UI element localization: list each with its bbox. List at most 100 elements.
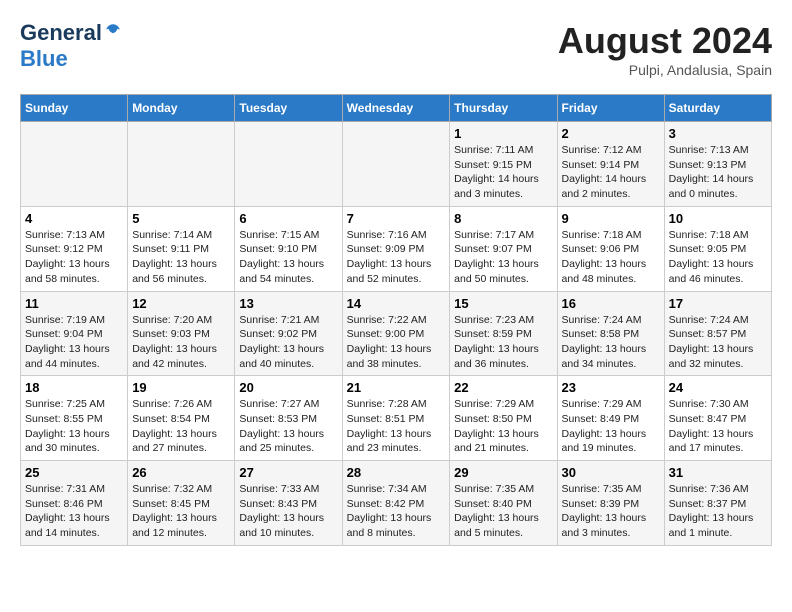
calendar-cell: 4Sunrise: 7:13 AMSunset: 9:12 PMDaylight… xyxy=(21,206,128,291)
weekday-header-thursday: Thursday xyxy=(450,95,557,122)
day-info: Sunrise: 7:36 AMSunset: 8:37 PMDaylight:… xyxy=(669,482,767,541)
calendar-cell: 17 Sunrise: 7:24 AMSunset: 8:57 PMDayligh… xyxy=(664,291,771,376)
calendar-body: 1 Sunrise: 7:11 AMSunset: 9:15 PMDaylight… xyxy=(21,122,772,546)
day-number: 15 xyxy=(454,296,552,311)
calendar-cell: 14 Sunrise: 7:22 AMSunset: 9:00 PMDayligh… xyxy=(342,291,450,376)
day-info: Sunrise: 7:22 AMSunset: 9:00 PMDaylight:… xyxy=(347,313,446,372)
calendar-cell xyxy=(21,122,128,207)
day-number: 29 xyxy=(454,465,552,480)
calendar-cell: 27Sunrise: 7:33 AMSunset: 8:43 PMDayligh… xyxy=(235,461,342,546)
day-info: Sunrise: 7:32 AMSunset: 8:45 PMDaylight:… xyxy=(132,482,230,541)
calendar-header-row: SundayMondayTuesdayWednesdayThursdayFrid… xyxy=(21,95,772,122)
calendar-cell: 7 Sunrise: 7:16 AMSunset: 9:09 PMDaylight… xyxy=(342,206,450,291)
day-number: 3 xyxy=(669,126,767,141)
calendar-cell: 20 Sunrise: 7:27 AMSunset: 8:53 PMDayligh… xyxy=(235,376,342,461)
day-info: Sunrise: 7:18 AMSunset: 9:05 PMDaylight:… xyxy=(669,228,767,287)
calendar-cell: 10 Sunrise: 7:18 AMSunset: 9:05 PMDayligh… xyxy=(664,206,771,291)
weekday-header-wednesday: Wednesday xyxy=(342,95,450,122)
calendar-cell: 29 Sunrise: 7:35 AMSunset: 8:40 PMDayligh… xyxy=(450,461,557,546)
calendar-table: SundayMondayTuesdayWednesdayThursdayFrid… xyxy=(20,94,772,546)
day-number: 11 xyxy=(25,296,123,311)
calendar-week-2: 4Sunrise: 7:13 AMSunset: 9:12 PMDaylight… xyxy=(21,206,772,291)
month-title: August 2024 xyxy=(558,20,772,62)
day-info: Sunrise: 7:17 AMSunset: 9:07 PMDaylight:… xyxy=(454,228,552,287)
day-info: Sunrise: 7:26 AMSunset: 8:54 PMDaylight:… xyxy=(132,397,230,456)
day-number: 31 xyxy=(669,465,767,480)
calendar-week-1: 1 Sunrise: 7:11 AMSunset: 9:15 PMDaylight… xyxy=(21,122,772,207)
day-info: Sunrise: 7:24 AMSunset: 8:58 PMDaylight:… xyxy=(562,313,660,372)
calendar-cell: 8 Sunrise: 7:17 AMSunset: 9:07 PMDaylight… xyxy=(450,206,557,291)
calendar-cell: 12 Sunrise: 7:20 AMSunset: 9:03 PMDayligh… xyxy=(128,291,235,376)
day-number: 18 xyxy=(25,380,123,395)
calendar-cell: 21Sunrise: 7:28 AMSunset: 8:51 PMDayligh… xyxy=(342,376,450,461)
day-info: Sunrise: 7:35 AMSunset: 8:39 PMDaylight:… xyxy=(562,482,660,541)
logo-general-text: General xyxy=(20,20,102,46)
day-number: 17 xyxy=(669,296,767,311)
day-number: 23 xyxy=(562,380,660,395)
calendar-week-3: 11 Sunrise: 7:19 AMSunset: 9:04 PMDayligh… xyxy=(21,291,772,376)
weekday-header-tuesday: Tuesday xyxy=(235,95,342,122)
calendar-cell: 9 Sunrise: 7:18 AMSunset: 9:06 PMDaylight… xyxy=(557,206,664,291)
day-info: Sunrise: 7:29 AMSunset: 8:50 PMDaylight:… xyxy=(454,397,552,456)
calendar-cell: 26 Sunrise: 7:32 AMSunset: 8:45 PMDayligh… xyxy=(128,461,235,546)
day-info: Sunrise: 7:19 AMSunset: 9:04 PMDaylight:… xyxy=(25,313,123,372)
calendar-cell: 3 Sunrise: 7:13 AMSunset: 9:13 PMDaylight… xyxy=(664,122,771,207)
calendar-cell: 13Sunrise: 7:21 AMSunset: 9:02 PMDayligh… xyxy=(235,291,342,376)
day-info: Sunrise: 7:29 AMSunset: 8:49 PMDaylight:… xyxy=(562,397,660,456)
day-info: Sunrise: 7:12 AMSunset: 9:14 PMDaylight:… xyxy=(562,143,660,202)
calendar-cell: 5Sunrise: 7:14 AMSunset: 9:11 PMDaylight… xyxy=(128,206,235,291)
calendar-cell: 30 Sunrise: 7:35 AMSunset: 8:39 PMDayligh… xyxy=(557,461,664,546)
day-info: Sunrise: 7:20 AMSunset: 9:03 PMDaylight:… xyxy=(132,313,230,372)
day-number: 10 xyxy=(669,211,767,226)
day-number: 4 xyxy=(25,211,123,226)
calendar-cell: 22 Sunrise: 7:29 AMSunset: 8:50 PMDayligh… xyxy=(450,376,557,461)
day-number: 25 xyxy=(25,465,123,480)
day-info: Sunrise: 7:35 AMSunset: 8:40 PMDaylight:… xyxy=(454,482,552,541)
calendar-cell: 28 Sunrise: 7:34 AMSunset: 8:42 PMDayligh… xyxy=(342,461,450,546)
day-number: 2 xyxy=(562,126,660,141)
day-number: 1 xyxy=(454,126,552,141)
location-text: Pulpi, Andalusia, Spain xyxy=(558,62,772,78)
title-block: August 2024 Pulpi, Andalusia, Spain xyxy=(558,20,772,78)
day-info: Sunrise: 7:27 AMSunset: 8:53 PMDaylight:… xyxy=(239,397,337,456)
logo: General Blue xyxy=(20,20,122,72)
day-number: 26 xyxy=(132,465,230,480)
calendar-week-5: 25Sunrise: 7:31 AMSunset: 8:46 PMDayligh… xyxy=(21,461,772,546)
weekday-header-saturday: Saturday xyxy=(664,95,771,122)
calendar-cell: 18 Sunrise: 7:25 AMSunset: 8:55 PMDayligh… xyxy=(21,376,128,461)
calendar-cell: 6 Sunrise: 7:15 AMSunset: 9:10 PMDaylight… xyxy=(235,206,342,291)
calendar-cell: 23 Sunrise: 7:29 AMSunset: 8:49 PMDayligh… xyxy=(557,376,664,461)
day-number: 20 xyxy=(239,380,337,395)
weekday-header-friday: Friday xyxy=(557,95,664,122)
calendar-cell xyxy=(342,122,450,207)
day-number: 27 xyxy=(239,465,337,480)
day-number: 7 xyxy=(347,211,446,226)
day-info: Sunrise: 7:25 AMSunset: 8:55 PMDaylight:… xyxy=(25,397,123,456)
calendar-cell: 16 Sunrise: 7:24 AMSunset: 8:58 PMDayligh… xyxy=(557,291,664,376)
day-number: 30 xyxy=(562,465,660,480)
day-number: 28 xyxy=(347,465,446,480)
day-number: 6 xyxy=(239,211,337,226)
day-info: Sunrise: 7:15 AMSunset: 9:10 PMDaylight:… xyxy=(239,228,337,287)
day-info: Sunrise: 7:16 AMSunset: 9:09 PMDaylight:… xyxy=(347,228,446,287)
page-header: General Blue August 2024 Pulpi, Andalusi… xyxy=(20,20,772,78)
calendar-cell: 25Sunrise: 7:31 AMSunset: 8:46 PMDayligh… xyxy=(21,461,128,546)
day-info: Sunrise: 7:34 AMSunset: 8:42 PMDaylight:… xyxy=(347,482,446,541)
day-info: Sunrise: 7:18 AMSunset: 9:06 PMDaylight:… xyxy=(562,228,660,287)
day-number: 8 xyxy=(454,211,552,226)
day-number: 5 xyxy=(132,211,230,226)
day-number: 14 xyxy=(347,296,446,311)
day-info: Sunrise: 7:11 AMSunset: 9:15 PMDaylight:… xyxy=(454,143,552,202)
weekday-header-monday: Monday xyxy=(128,95,235,122)
day-number: 16 xyxy=(562,296,660,311)
day-number: 12 xyxy=(132,296,230,311)
day-number: 22 xyxy=(454,380,552,395)
day-info: Sunrise: 7:24 AMSunset: 8:57 PMDaylight:… xyxy=(669,313,767,372)
day-number: 9 xyxy=(562,211,660,226)
day-info: Sunrise: 7:13 AMSunset: 9:13 PMDaylight:… xyxy=(669,143,767,202)
calendar-cell: 24Sunrise: 7:30 AMSunset: 8:47 PMDayligh… xyxy=(664,376,771,461)
calendar-cell: 19Sunrise: 7:26 AMSunset: 8:54 PMDayligh… xyxy=(128,376,235,461)
day-number: 13 xyxy=(239,296,337,311)
calendar-cell: 15Sunrise: 7:23 AMSunset: 8:59 PMDayligh… xyxy=(450,291,557,376)
calendar-cell: 31 Sunrise: 7:36 AMSunset: 8:37 PMDayligh… xyxy=(664,461,771,546)
